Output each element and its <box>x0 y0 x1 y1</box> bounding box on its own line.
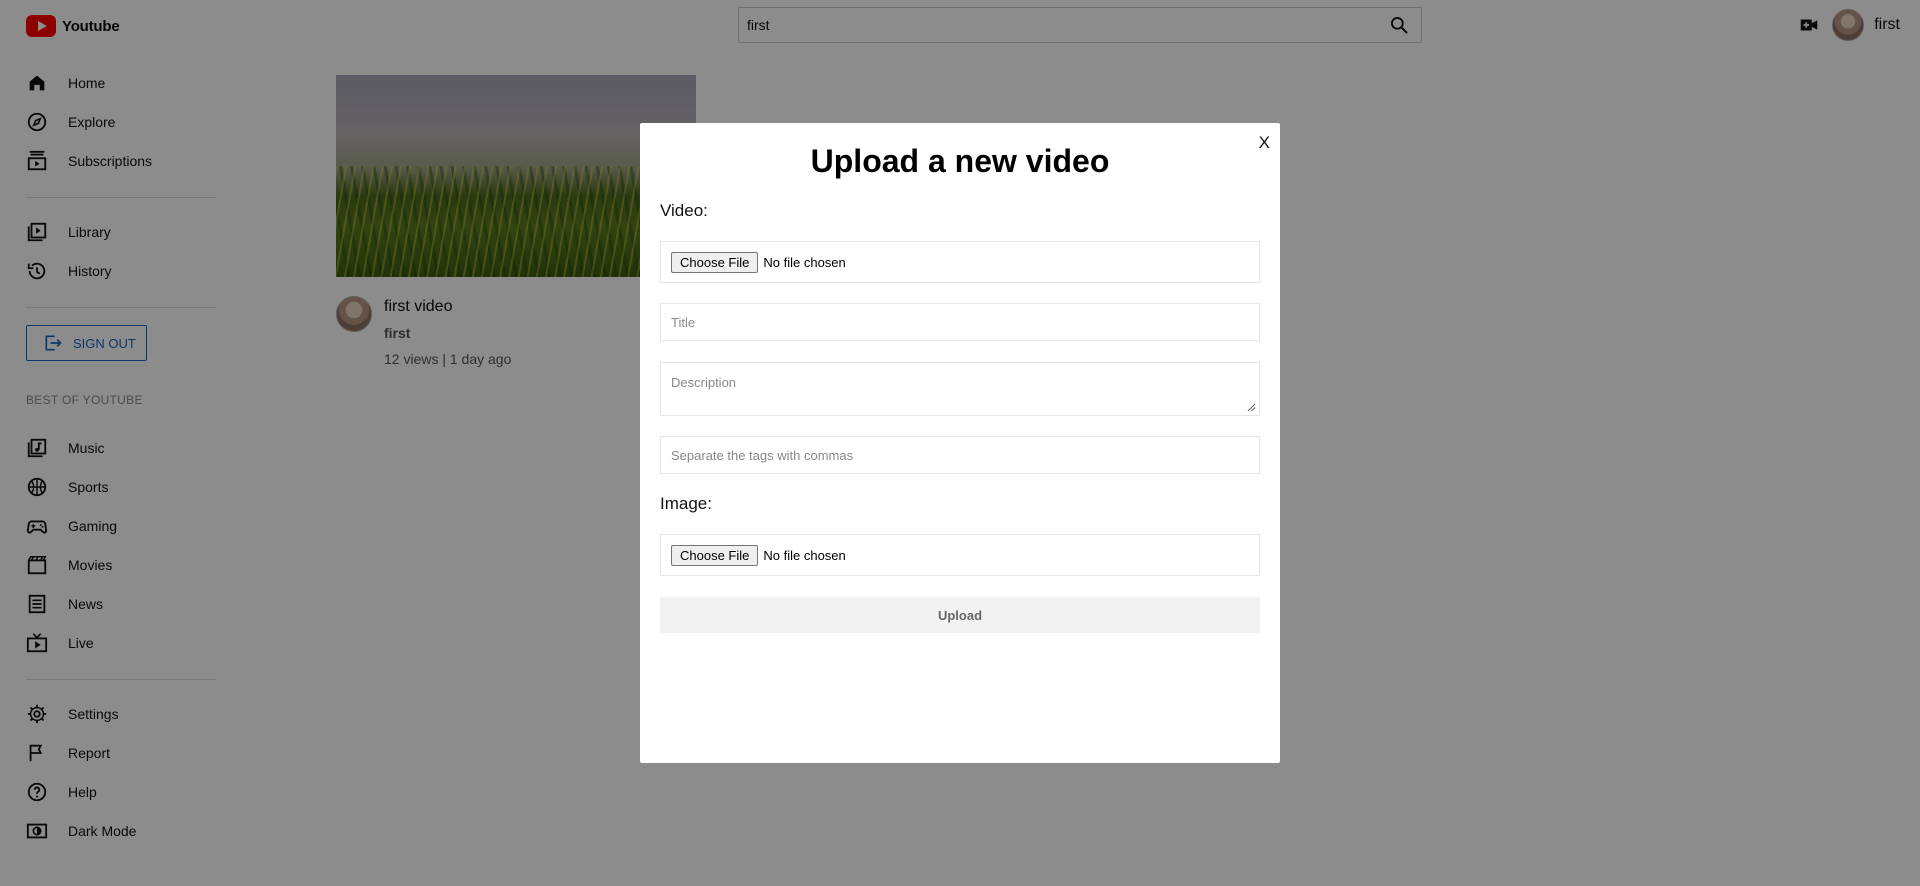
video-file-status: No file chosen <box>763 254 846 270</box>
video-label: Video: <box>660 201 708 220</box>
image-file-input: Choose File No file chosen <box>660 534 1260 576</box>
upload-modal: X Upload a new video Video: Choose File … <box>640 123 1280 763</box>
choose-video-file-button[interactable]: Choose File <box>671 251 759 273</box>
title-placeholder: Title <box>671 314 696 330</box>
tags-input[interactable]: Separate the tags with commas <box>660 436 1260 474</box>
image-label: Image: <box>660 494 712 513</box>
resize-grip-icon[interactable] <box>1247 403 1256 412</box>
modal-title: Upload a new video <box>810 143 1110 179</box>
description-placeholder: Description <box>671 375 737 390</box>
image-file-status: No file chosen <box>763 547 846 563</box>
title-input[interactable]: Title <box>660 303 1260 341</box>
tags-placeholder: Separate the tags with commas <box>671 447 854 463</box>
description-textarea[interactable]: Description <box>660 362 1260 416</box>
upload-button[interactable]: Upload <box>660 597 1260 633</box>
choose-image-file-button[interactable]: Choose File <box>671 544 759 566</box>
video-file-input: Choose File No file chosen <box>660 241 1260 283</box>
